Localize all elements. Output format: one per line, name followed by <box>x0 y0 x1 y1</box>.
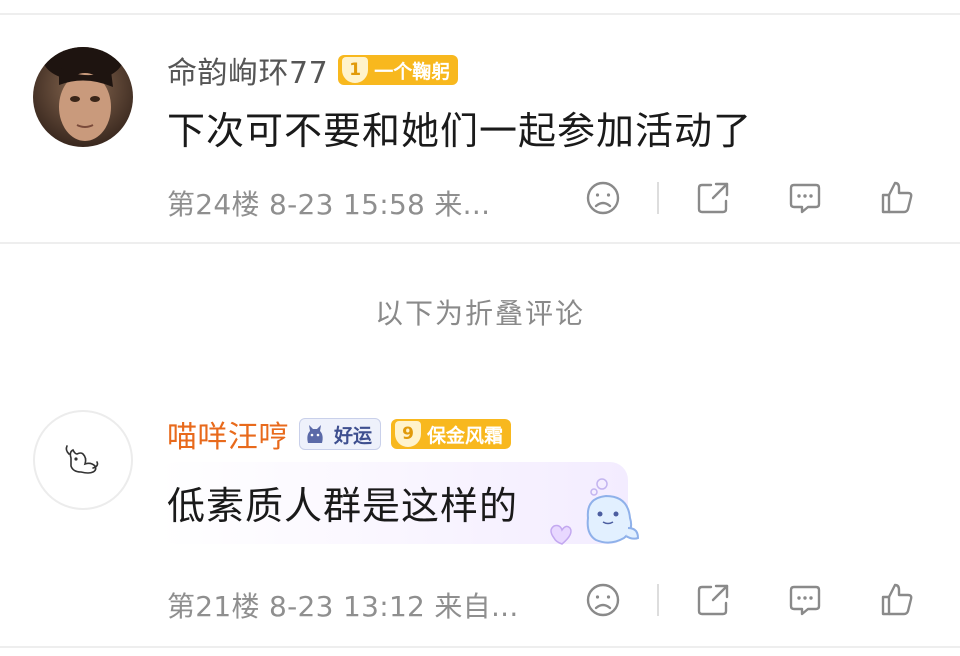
sad-face-icon[interactable] <box>582 579 624 621</box>
user-info-row: 命韵峋环77 1 一个鞠躬 <box>167 48 459 92</box>
avatar[interactable] <box>33 47 133 147</box>
sad-face-icon[interactable] <box>582 177 624 219</box>
mascot-sticker-icon <box>540 468 650 558</box>
bottom-divider <box>0 646 960 648</box>
comment-meta: 第21楼 8-23 13:12 来自... <box>167 590 519 623</box>
top-divider <box>0 13 960 15</box>
cat-icon <box>302 421 328 447</box>
comment-meta: 第24楼 8-23 15:58 来... <box>167 188 491 221</box>
comment-content: 低素质人群是这样的 <box>167 484 519 528</box>
badge-label: 一个鞠躬 <box>374 60 451 83</box>
share-icon[interactable] <box>692 579 734 621</box>
username[interactable]: 命韵峋环77 <box>167 48 328 92</box>
user-info-row: 喵咩汪哼 好运 9 保金风霜 <box>167 412 512 456</box>
comment-content: 下次可不要和她们一起参加活动了 <box>167 109 753 153</box>
avatar[interactable] <box>33 410 133 510</box>
fan-badge[interactable]: 9 保金风霜 <box>391 419 512 449</box>
pet-badge-label: 好运 <box>334 424 373 447</box>
action-separator <box>657 584 659 616</box>
share-icon[interactable] <box>692 177 734 219</box>
comment-actions <box>582 579 918 621</box>
username[interactable]: 喵咩汪哼 <box>167 412 289 456</box>
fan-badge[interactable]: 1 一个鞠躬 <box>338 55 459 85</box>
folded-comments-label[interactable]: 以下为折叠评论 <box>0 292 960 332</box>
thumbs-up-icon[interactable] <box>876 579 918 621</box>
action-separator <box>657 182 659 214</box>
comment-actions <box>582 177 918 219</box>
comment-icon[interactable] <box>784 579 826 621</box>
badge-level: 1 <box>342 57 369 83</box>
pet-badge[interactable]: 好运 <box>299 418 382 450</box>
badge-level: 9 <box>395 421 422 447</box>
comment-icon[interactable] <box>784 177 826 219</box>
section-divider <box>0 242 960 244</box>
thumbs-up-icon[interactable] <box>876 177 918 219</box>
badge-label: 保金风霜 <box>427 424 504 447</box>
